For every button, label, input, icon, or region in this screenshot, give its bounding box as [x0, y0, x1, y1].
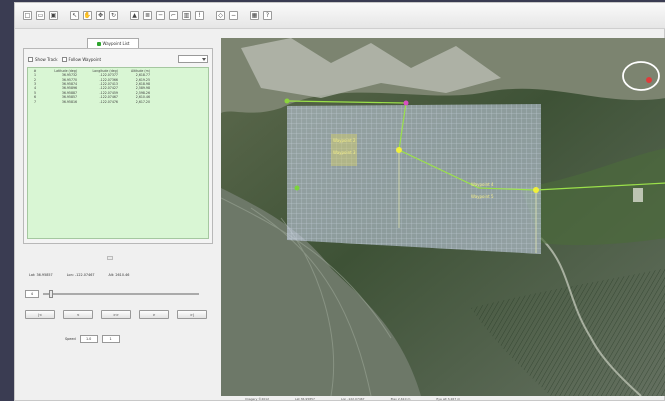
show-track-checkbox[interactable]	[28, 56, 33, 62]
table-cell: -122.07476	[99, 99, 118, 104]
new-file-icon[interactable]: □	[23, 11, 32, 20]
building	[633, 188, 643, 202]
table-cell: 36.95816	[61, 99, 78, 104]
map-view[interactable]: Waypoint 2 Waypoint 3 Waypoint 4 Waypoin…	[221, 38, 665, 396]
status-bar: Imagery ©2012 Lat 36.95857 Lon -122.0746…	[221, 396, 665, 401]
open-icon[interactable]: ▭	[36, 11, 45, 20]
tab-label: Waypoint List	[102, 41, 130, 46]
speed-label: Speed	[65, 337, 76, 341]
waypoint-marker[interactable]	[284, 98, 290, 104]
splitter-handle[interactable]	[107, 256, 113, 260]
waypoint-spinbox[interactable]: 4	[25, 290, 39, 298]
line-icon[interactable]: ─	[156, 11, 165, 20]
speed-row: Speed 1.0 1	[65, 334, 175, 344]
coverage-grid	[287, 104, 541, 254]
tab-status-icon	[96, 41, 101, 46]
timeline-row: 4	[25, 288, 215, 300]
mountain-icon[interactable]: ▲	[130, 11, 139, 20]
pin-icon[interactable]: !	[195, 11, 204, 20]
status-elevation: Elev 2,610 m	[390, 397, 411, 401]
pointer-icon[interactable]: ↖	[70, 11, 79, 20]
longitude-readout: Lon: -122.07467	[66, 273, 95, 277]
toolbar: □ ▭ ▣ ↖ ✋ ✥ ↻ ▲ ≣ ─ ⌐ ▥! ◇ − ▦?	[15, 3, 665, 29]
minus-icon[interactable]: −	[229, 11, 238, 20]
speed-spinbox[interactable]: 1.0	[79, 335, 98, 343]
tilt-icon[interactable]: ◇	[216, 11, 225, 20]
save-icon[interactable]: ▣	[49, 11, 58, 20]
last-waypoint-button[interactable]: >|	[177, 310, 207, 319]
rotate-icon[interactable]: ↻	[109, 11, 118, 20]
move-icon[interactable]: ✥	[96, 11, 105, 20]
waypoint-table[interactable]: # Latitude (deg) Longitude (deg) Altitud…	[27, 67, 209, 239]
step-spinbox[interactable]: 1	[101, 335, 120, 343]
follow-waypoint-label: Follow Waypoint	[68, 56, 102, 62]
show-track-label: Show Track	[35, 56, 58, 62]
first-waypoint-button[interactable]: |<	[25, 310, 55, 319]
follow-waypoint-option[interactable]: Follow Waypoint	[61, 56, 102, 62]
status-imagery: Imagery ©2012	[245, 397, 269, 401]
timeline-slider[interactable]	[43, 290, 199, 298]
show-track-option[interactable]: Show Track	[28, 56, 58, 62]
map-label: Waypoint 2	[333, 138, 356, 143]
path-icon[interactable]: ⌐	[169, 11, 178, 20]
waypoint-marker[interactable]	[396, 147, 402, 153]
map-label: Waypoint 3	[333, 150, 356, 155]
waypoint-marker[interactable]	[403, 100, 409, 106]
help-icon[interactable]: ?	[263, 11, 272, 20]
map-label: Waypoint 5	[471, 194, 494, 199]
altitude-readout: Alt: 2610.46	[108, 273, 130, 277]
next-waypoint-button[interactable]: >	[139, 310, 169, 319]
options-row: Show Track Follow Waypoint	[28, 54, 208, 64]
waypoint-marker[interactable]	[533, 187, 539, 193]
waypoint-marker[interactable]	[294, 185, 300, 191]
app-window: □ ▭ ▣ ↖ ✋ ✥ ↻ ▲ ≣ ─ ⌐ ▥! ◇ − ▦? Waypoint List Show Tra…	[14, 2, 665, 401]
table-cell: 7	[33, 99, 37, 104]
chart-icon[interactable]: ▥	[182, 11, 191, 20]
map-label: Waypoint 4	[471, 182, 494, 187]
latitude-readout: Lat: 36.95857	[29, 273, 53, 277]
view-select[interactable]	[178, 55, 208, 63]
previous-waypoint-button[interactable]: <	[63, 310, 93, 319]
satellite-imagery[interactable]: Waypoint 2 Waypoint 3 Waypoint 4 Waypoin…	[221, 38, 665, 396]
table-row[interactable]: 7 36.95816 -122.07476 2,617.20	[28, 99, 152, 104]
table-cell: 2,617.20	[135, 99, 150, 104]
playback-controls: |< < >> > >|	[25, 310, 215, 322]
follow-waypoint-checkbox[interactable]	[61, 56, 67, 62]
hand-icon[interactable]: ✋	[83, 11, 92, 20]
status-eye-altitude: Eye alt 3,267 m	[436, 397, 461, 401]
compass-needle-icon	[646, 77, 652, 83]
grid-icon[interactable]: ▦	[250, 11, 259, 20]
left-panel: Waypoint List Show Track Follow Waypoint	[15, 30, 219, 400]
position-readout: Lat: 36.95857 Lon: -122.07467 Alt: 2610.…	[29, 273, 211, 281]
status-longitude: Lon -122.07467	[340, 397, 365, 401]
play-button[interactable]: >>	[101, 310, 131, 319]
status-latitude: Lat 36.95857	[295, 397, 315, 401]
waypoint-panel: Show Track Follow Waypoint # Latitude (d…	[23, 48, 213, 244]
tab-waypoint-list[interactable]: Waypoint List	[87, 38, 139, 48]
layers-icon[interactable]: ≣	[143, 11, 152, 20]
slider-thumb[interactable]	[48, 290, 53, 298]
